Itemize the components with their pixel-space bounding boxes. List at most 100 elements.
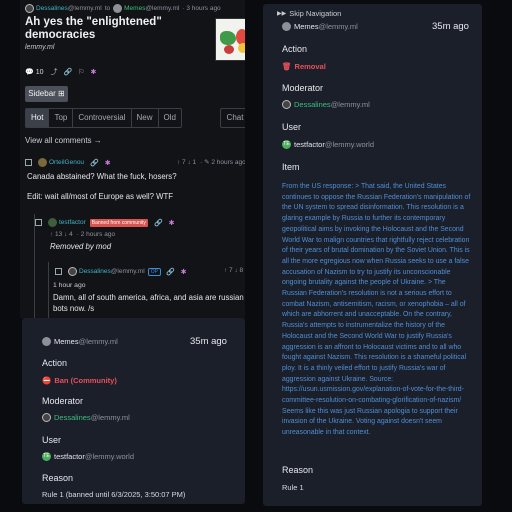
link-icon[interactable]: 🔗 <box>90 159 99 167</box>
comment-score[interactable]: ↑ 7 ↓ 1 <box>177 159 196 166</box>
post-actions: 💬 10 ⤴ 🔗 ⚐ ✱ <box>25 67 102 77</box>
moderator-instance: @lemmy.ml <box>330 100 370 109</box>
community-name: Memes <box>294 22 319 31</box>
moderator-name: Dessalines <box>294 100 331 109</box>
user-name: testfactor <box>54 452 85 461</box>
comment-age: 1 hour ago <box>53 282 86 289</box>
comment-age: · 2 hours ago <box>76 231 116 238</box>
modlog-time: 35m ago <box>432 21 469 32</box>
sidebar-button[interactable]: Sidebar ⊞ <box>25 86 68 102</box>
skip-navigation-label: Skip Navigation <box>289 9 342 18</box>
thread-line <box>48 262 49 318</box>
community-instance: @lemmy.ml <box>145 5 180 12</box>
post-title[interactable]: Ah yes the "enlightened" democracies <box>25 16 195 42</box>
comment-body: Damn, all of south america, africa, and … <box>53 293 244 313</box>
sidebar-button-label: Sidebar <box>28 89 56 98</box>
report-icon[interactable]: ⚐ <box>78 68 84 76</box>
comment-meta: ↑ 7 ↓ 1 · ✎ 2 hours ago <box>177 158 245 167</box>
skip-navigation[interactable]: ▶▶ Skip Navigation <box>277 9 341 18</box>
comment-icon[interactable]: 💬 <box>25 68 34 76</box>
comment-body: Edit: wait all/most of Europe as well? W… <box>27 192 174 201</box>
plus-icon: ⊞ <box>58 89 65 98</box>
reason-label: Reason <box>42 473 74 483</box>
chat-button[interactable]: Chat <box>220 108 245 128</box>
moderator-avatar <box>282 100 291 109</box>
link-icon[interactable]: 🔗 <box>154 219 163 227</box>
trash-icon: 🗑 <box>282 62 292 71</box>
sort-tab-controversial[interactable]: Controversial <box>73 109 132 127</box>
sort-tab-top[interactable]: Top <box>49 109 74 127</box>
comment-author[interactable]: OrteilGenou <box>49 159 84 166</box>
community-avatar <box>113 4 123 13</box>
ban-icon: ⛔ <box>42 376 52 385</box>
user-name: testfactor <box>294 140 325 149</box>
comment-author[interactable]: testfactor <box>59 219 86 226</box>
banned-badge: Banned from community <box>89 218 148 227</box>
action-label: Action <box>42 358 68 368</box>
community-name[interactable]: Memes <box>124 5 145 12</box>
commenter-avatar <box>68 267 77 276</box>
community-instance: @lemmy.ml <box>78 337 118 346</box>
modlog-community[interactable]: Memes @lemmy.ml <box>282 22 358 31</box>
comment-score[interactable]: ↑ 7 ↓ 8 <box>224 267 243 274</box>
modlog-moderator[interactable]: Dessalines @lemmy.ml <box>42 413 130 422</box>
moderator-avatar <box>42 413 51 422</box>
post-domain[interactable]: lemmy.ml <box>25 44 54 51</box>
post-panel: Dessalines @lemmy.ml to Memes @lemmy.ml … <box>20 0 245 318</box>
collapse-icon[interactable] <box>25 159 32 166</box>
comment-age: · ✎ 2 hours ago <box>200 159 245 166</box>
reason-label: Reason <box>282 465 314 475</box>
poster-name[interactable]: Dessalines <box>36 5 68 12</box>
modlog-community[interactable]: Memes @lemmy.ml <box>42 337 118 346</box>
federation-icon[interactable]: ✱ <box>181 268 187 276</box>
modlog-reason: Rule 1 <box>282 483 304 492</box>
modlog-reason: Rule 1 (banned until 6/3/2025, 3:50:07 P… <box>42 490 186 499</box>
modlog-action: ⛔ Ban (Community) <box>42 376 117 385</box>
item-label: Item <box>282 162 300 172</box>
community-avatar <box>42 337 51 346</box>
map-shape <box>224 45 234 54</box>
sort-tab-old[interactable]: Old <box>159 109 181 127</box>
federation-icon[interactable]: ✱ <box>105 159 111 167</box>
removed-item-text[interactable]: From the US response: > That said, the U… <box>282 182 472 439</box>
sort-tab-new[interactable]: New <box>132 109 159 127</box>
community-name: Memes <box>54 337 79 346</box>
modlog-user[interactable]: TE testfactor @lemmy.world <box>282 140 374 149</box>
federation-icon[interactable]: ✱ <box>91 68 97 76</box>
user-avatar: TE <box>282 140 291 149</box>
user-instance: @lemmy.world <box>324 140 375 149</box>
comment-author-instance: @lemmy.ml <box>110 268 145 275</box>
share-icon[interactable]: ⤴ <box>51 67 58 77</box>
link-icon[interactable]: 🔗 <box>64 68 73 76</box>
modlog-user[interactable]: TE testfactor @lemmy.world <box>42 452 134 461</box>
view-all-comments-link[interactable]: View all comments → <box>25 136 102 145</box>
post-age: · 3 hours ago <box>182 5 221 12</box>
community-instance: @lemmy.ml <box>318 22 358 31</box>
comment-count[interactable]: 10 <box>36 69 44 76</box>
collapse-icon[interactable] <box>55 268 62 275</box>
comment-body: Canada abstained? What the fuck, hosers? <box>27 172 177 181</box>
action-text: Ban (Community) <box>54 376 117 385</box>
commenter-avatar <box>48 218 57 227</box>
link-icon[interactable]: 🔗 <box>166 268 175 276</box>
map-shape <box>238 43 245 53</box>
comment-meta: ↑ 13 ↓ 4 · 2 hours ago <box>50 231 115 238</box>
sort-tab-hot[interactable]: Hot <box>26 109 50 127</box>
thread-line <box>34 214 35 318</box>
community-avatar <box>282 22 291 31</box>
federation-icon[interactable]: ✱ <box>169 219 175 227</box>
comment-author[interactable]: Dessalines <box>79 268 111 275</box>
collapse-icon[interactable] <box>35 219 42 226</box>
modlog-action: 🗑 Removal <box>282 62 326 71</box>
sort-tabs: Hot Top Controversial New Old <box>25 108 182 128</box>
moderator-name: Dessalines <box>54 413 91 422</box>
user-label: User <box>282 122 302 132</box>
moderator-label: Moderator <box>42 396 84 406</box>
to-word: to <box>104 5 111 12</box>
view-all-label: View all comments <box>25 136 92 145</box>
action-text: Removal <box>294 62 326 71</box>
comment-score[interactable]: ↑ 13 ↓ 4 <box>50 231 73 238</box>
post-thumbnail[interactable] <box>215 18 245 61</box>
poster-instance: @lemmy.ml <box>67 5 102 12</box>
modlog-moderator[interactable]: Dessalines @lemmy.ml <box>282 100 370 109</box>
